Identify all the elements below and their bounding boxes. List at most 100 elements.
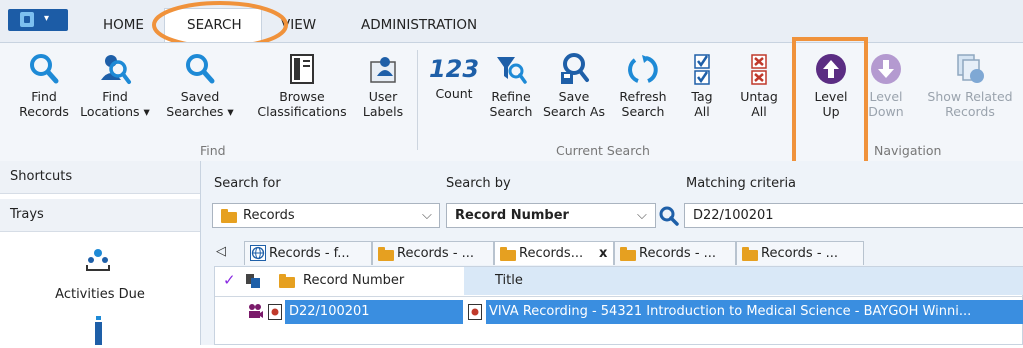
record-type-icon xyxy=(246,274,260,288)
chevron-down-icon: ⌵ xyxy=(422,208,432,223)
saved-searches-button[interactable]: Saved Searches ▾ xyxy=(158,50,242,119)
user-labels-label: User Labels xyxy=(362,89,404,119)
doc-tab[interactable]: Records - f... xyxy=(244,241,372,265)
level-down-button[interactable]: Level Down xyxy=(864,50,908,119)
grid-header-left: ✓ Record Number xyxy=(215,267,464,295)
ribbon-tab-bar: ▾ HOME SEARCH VIEW ADMINISTRATION xyxy=(0,0,1023,49)
record-number-value: D22/100201 xyxy=(289,304,370,319)
matching-criteria-input[interactable]: D22/100201 xyxy=(684,203,1023,228)
tab-scroll-left-icon[interactable]: ◁ xyxy=(216,244,226,259)
classification-icon xyxy=(290,54,314,84)
tab-home[interactable]: HOME xyxy=(103,17,144,33)
folder-icon xyxy=(221,209,237,223)
group-label-navigation: Navigation xyxy=(874,143,942,158)
search-icon xyxy=(186,54,215,84)
doc-tab[interactable]: Records - ... xyxy=(736,241,864,265)
search-by-select[interactable]: Record Number ⌵ xyxy=(446,203,656,228)
show-related-records-label: Show Related Records xyxy=(927,89,1013,119)
count-label: Count xyxy=(435,86,473,101)
video-camera-icon xyxy=(249,304,263,318)
table-row[interactable]: D22/100201 VIVA Recording - 54321 Introd… xyxy=(215,299,1023,325)
record-number-cell[interactable]: D22/100201 xyxy=(285,300,463,324)
results-grid: ✓ Record Number Title D22/100201 VIVA Re… xyxy=(214,266,1023,345)
show-related-records-button[interactable]: Show Related Records xyxy=(917,50,1023,119)
group-label-current-search: Current Search xyxy=(556,143,650,158)
untag-all-button[interactable]: Untag All xyxy=(734,50,784,119)
chevron-down-icon: ⌵ xyxy=(637,208,647,223)
browse-classifications-button[interactable]: Browse Classifications xyxy=(246,50,358,119)
search-for-select[interactable]: Records ⌵ xyxy=(212,203,440,228)
column-header-title-cell[interactable]: Title xyxy=(464,267,1023,295)
title-cell[interactable]: VIVA Recording - 54321 Introduction to M… xyxy=(486,300,1023,324)
doc-tab-active[interactable]: Records... x xyxy=(494,241,614,265)
find-location-icon xyxy=(101,55,131,84)
count-button[interactable]: 123 Count xyxy=(428,50,480,101)
trays-header[interactable]: Trays xyxy=(0,199,200,232)
column-header-record-number[interactable]: Record Number xyxy=(303,273,404,288)
find-records-button[interactable]: Find Records xyxy=(18,50,70,119)
user-labels-button[interactable]: User Labels xyxy=(355,50,411,119)
tag-check-icon[interactable]: ✓ xyxy=(223,271,236,289)
globe-icon xyxy=(250,245,266,261)
title-value: VIVA Recording - 54321 Introduction to M… xyxy=(489,304,972,319)
doc-tab[interactable]: Records - ... xyxy=(614,241,736,265)
grid-header-divider xyxy=(215,296,1023,297)
user-label-icon xyxy=(370,57,396,83)
doc-tab-label: Records... xyxy=(519,246,584,261)
highlight-box xyxy=(792,37,868,167)
left-panel: Shortcuts Trays Activities Due xyxy=(0,161,201,345)
shortcuts-label: Shortcuts xyxy=(10,169,73,184)
activities-due-label[interactable]: Activities Due xyxy=(0,287,200,302)
activities-icon xyxy=(84,247,112,278)
folder-icon xyxy=(620,247,636,261)
doc-tab[interactable]: Records - ... xyxy=(372,241,494,265)
tag-all-label: Tag All xyxy=(691,89,713,119)
folder-icon xyxy=(378,247,394,261)
level-down-icon xyxy=(871,54,901,84)
trays-label: Trays xyxy=(10,207,44,222)
refresh-icon xyxy=(628,55,658,83)
refresh-search-button[interactable]: Refresh Search xyxy=(612,50,674,119)
search-for-label: Search for xyxy=(214,176,281,191)
level-down-label: Level Down xyxy=(868,89,904,119)
doc-tab-label: Records - ... xyxy=(761,246,839,261)
app-menu-button[interactable]: ▾ xyxy=(8,9,68,31)
refine-search-label: Refine Search xyxy=(489,89,533,119)
group-separator xyxy=(417,50,418,150)
search-for-value: Records xyxy=(243,208,295,223)
app-logo-icon xyxy=(20,12,34,27)
untag-all-icon xyxy=(751,54,767,85)
media-document-icon xyxy=(268,304,282,320)
find-locations-button[interactable]: Find Locations ▾ xyxy=(80,50,150,119)
folder-icon xyxy=(500,247,516,261)
search-by-label: Search by xyxy=(446,176,511,191)
criteria-value: D22/100201 xyxy=(693,208,774,223)
tag-all-button[interactable]: Tag All xyxy=(684,50,720,119)
save-search-icon xyxy=(561,53,589,84)
column-header-title: Title xyxy=(495,273,523,288)
refine-search-button[interactable]: Refine Search xyxy=(486,50,536,119)
folder-icon xyxy=(742,247,758,261)
doc-tab-label: Records - ... xyxy=(397,246,475,261)
untag-all-label: Untag All xyxy=(740,89,778,119)
tab-administration[interactable]: ADMINISTRATION xyxy=(361,17,477,33)
saved-searches-label: Saved Searches ▾ xyxy=(166,89,234,119)
chevron-down-icon: ▾ xyxy=(44,13,50,24)
group-label-find: Find xyxy=(200,143,226,158)
refine-search-icon xyxy=(497,57,527,84)
folder-icon xyxy=(279,274,295,288)
doc-tab-label: Records - ... xyxy=(639,246,717,261)
media-document-icon xyxy=(468,304,482,320)
save-search-as-button[interactable]: Save Search As xyxy=(540,50,608,119)
browse-classifications-label: Browse Classifications xyxy=(257,89,347,119)
tray-icon xyxy=(94,316,104,348)
close-icon[interactable]: x xyxy=(599,246,607,261)
search-go-button[interactable] xyxy=(657,203,681,228)
count-icon: 123 xyxy=(428,55,480,83)
find-records-label: Find Records xyxy=(19,89,69,119)
matching-criteria-label: Matching criteria xyxy=(686,176,797,191)
refresh-search-label: Refresh Search xyxy=(619,89,667,119)
shortcuts-header[interactable]: Shortcuts xyxy=(0,161,200,194)
search-icon xyxy=(659,206,679,226)
tag-all-icon xyxy=(694,54,710,85)
